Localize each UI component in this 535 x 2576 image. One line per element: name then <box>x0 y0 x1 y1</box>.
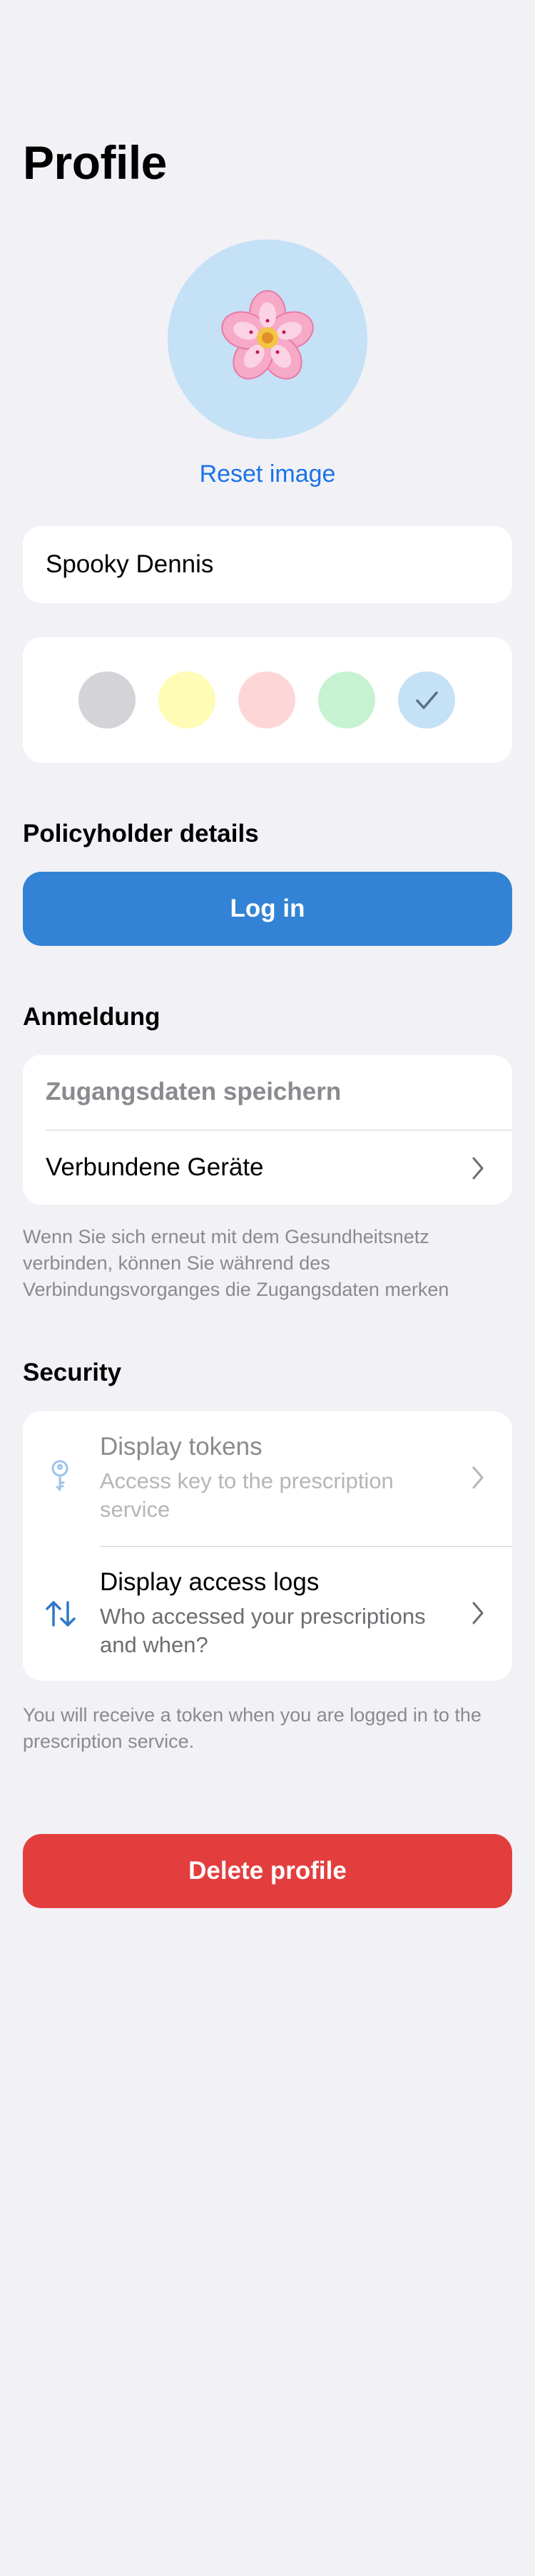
display-tokens-title: Display tokens <box>100 1433 263 1460</box>
display-tokens-subtitle: Access key to the prescription service <box>100 1468 394 1522</box>
color-swatch-red[interactable] <box>238 671 295 728</box>
name-card <box>23 526 512 603</box>
chevron-right-icon <box>472 1602 484 1624</box>
policyholder-header: Policyholder details <box>23 820 259 847</box>
security-header: Security <box>23 1359 122 1386</box>
color-swatch-green[interactable] <box>318 671 375 728</box>
connected-devices-label: Verbundene Geräte <box>46 1153 264 1181</box>
color-swatch-grey[interactable] <box>78 671 136 728</box>
delete-profile-button[interactable]: Delete profile <box>23 1834 512 1908</box>
display-access-logs-subtitle: Who accessed your prescriptions and when… <box>100 1604 426 1657</box>
avatar[interactable] <box>168 239 367 439</box>
cherry-blossom-icon <box>221 290 314 380</box>
color-picker <box>23 637 512 763</box>
registration-header: Anmeldung <box>23 1003 160 1031</box>
chevron-right-icon <box>472 1466 484 1489</box>
color-swatch-yellow[interactable] <box>158 671 215 728</box>
display-access-logs-row[interactable]: Display access logs Who accessed your pr… <box>23 1547 512 1681</box>
display-access-logs-title: Display access logs <box>100 1568 320 1596</box>
registration-card: Zugangsdaten speichern Verbundene Geräte <box>23 1055 512 1205</box>
page-title: Profile <box>23 136 167 189</box>
registration-footnote: Wenn Sie sich erneut mit dem Gesundheits… <box>23 1226 449 1300</box>
color-swatch-blue[interactable] <box>398 671 455 728</box>
security-card: Display tokens Access key to the prescri… <box>23 1411 512 1681</box>
save-credentials-label: Zugangsdaten speichern <box>46 1078 342 1106</box>
reset-image-link[interactable]: Reset image <box>0 460 535 488</box>
save-credentials-row[interactable]: Zugangsdaten speichern <box>23 1055 512 1130</box>
chevron-right-icon <box>472 1157 484 1180</box>
profile-name-input[interactable] <box>46 526 488 603</box>
security-footnote: You will receive a token when you are lo… <box>23 1704 482 1752</box>
transfer-arrows-icon <box>46 1601 76 1627</box>
key-icon <box>51 1460 68 1491</box>
display-tokens-row[interactable]: Display tokens Access key to the prescri… <box>23 1411 512 1546</box>
checkmark-icon <box>416 691 438 709</box>
connected-devices-row[interactable]: Verbundene Geräte <box>23 1130 512 1205</box>
login-button[interactable]: Log in <box>23 872 512 946</box>
